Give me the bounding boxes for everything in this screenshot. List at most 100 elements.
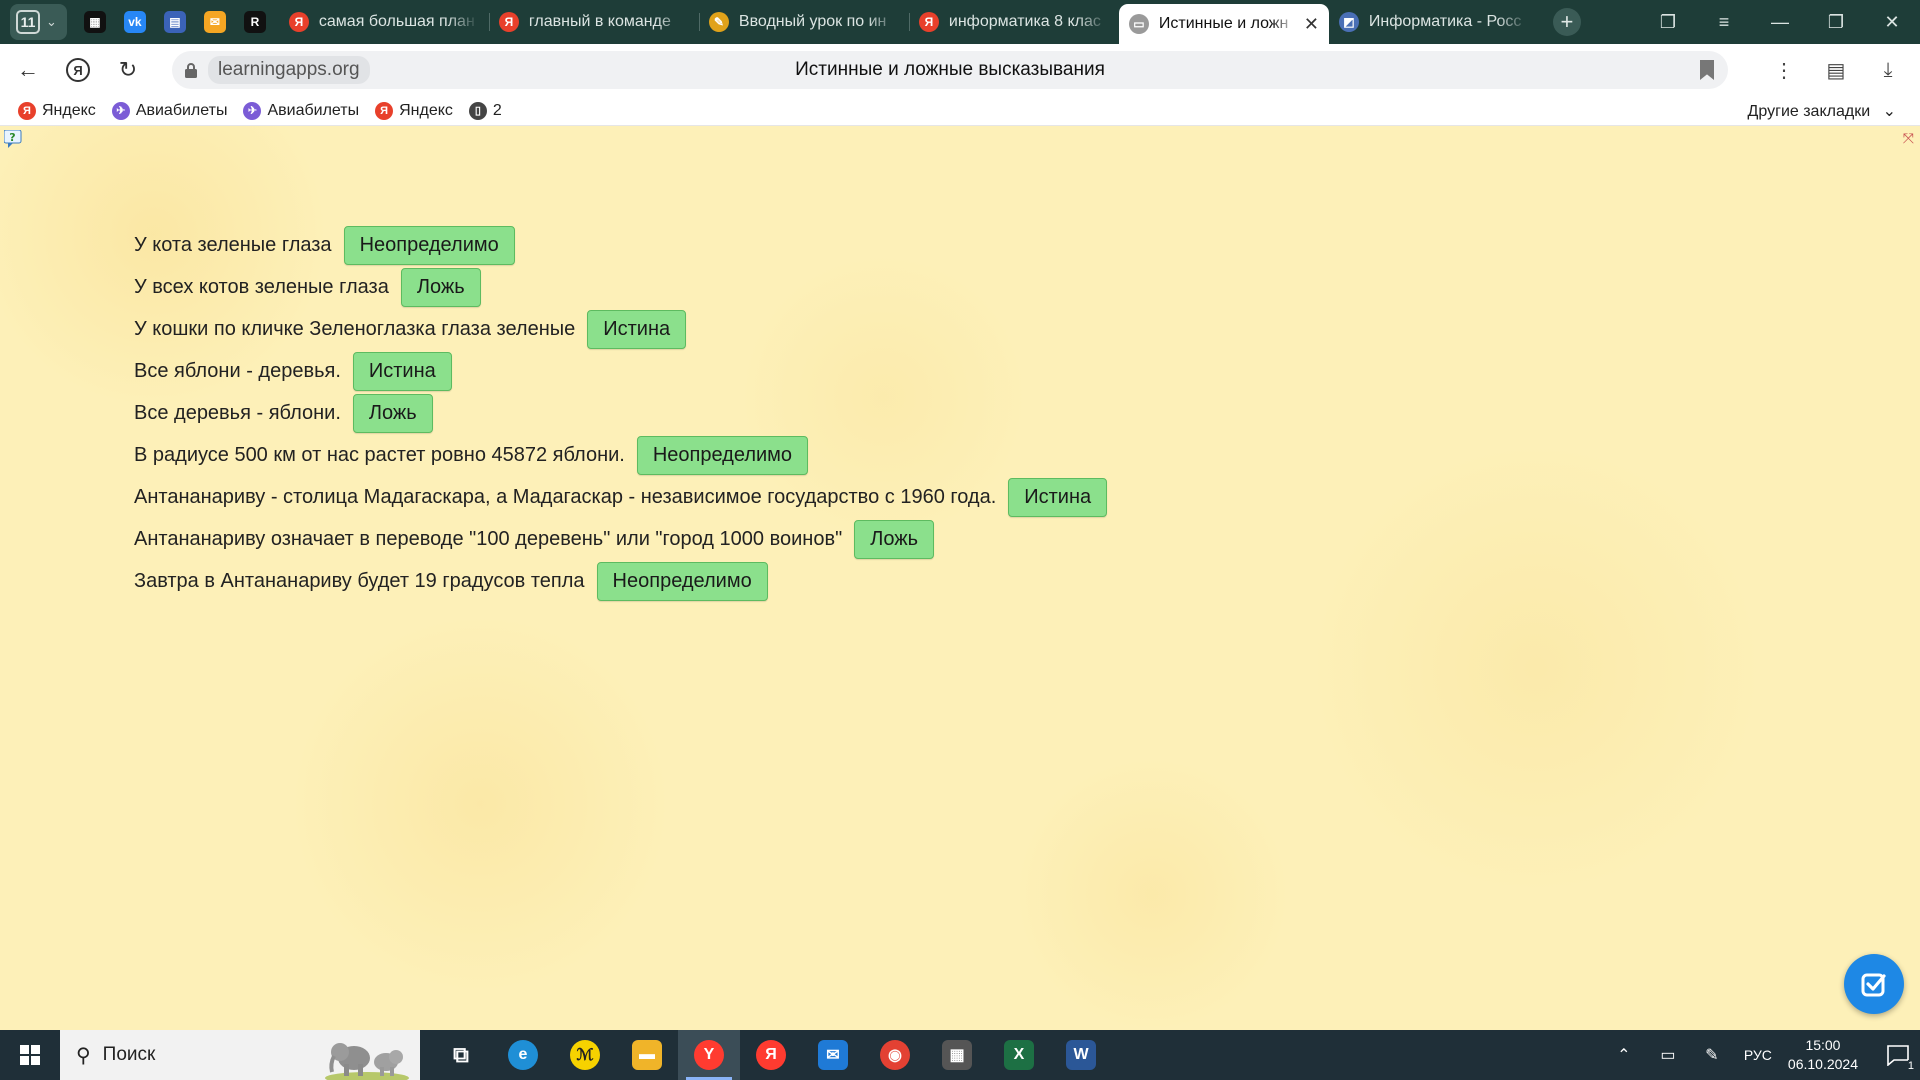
vk-icon: vk <box>123 11 146 33</box>
word-icon: W <box>1066 1040 1096 1070</box>
minimize-button[interactable]: — <box>1752 0 1808 44</box>
tab[interactable]: ✎ Вводный урок по ин <box>698 4 909 40</box>
statement-text: Завтра в Антананариву будет 19 градусов … <box>134 569 585 592</box>
taskbar-app-button[interactable]: Я <box>740 1030 802 1080</box>
start-button[interactable] <box>0 1030 60 1080</box>
answer-chip[interactable]: Ложь <box>352 393 433 433</box>
statement-text: Антананариву означает в переводе "100 де… <box>134 527 843 550</box>
tab-count: 11 <box>16 10 40 34</box>
taskbar-app-button[interactable]: X <box>988 1030 1050 1080</box>
close-window-button[interactable]: ✕ <box>1864 0 1920 44</box>
help-icon[interactable]: ? <box>4 130 24 148</box>
chrome-icon: ◉ <box>880 1040 910 1070</box>
bookmark-item[interactable]: ▯ 2 <box>468 101 502 120</box>
tab-favicon-icon: ▭ <box>1128 14 1149 34</box>
tab-favicon-icon: Я <box>288 12 309 32</box>
back-button[interactable]: ← <box>6 48 50 92</box>
pinned-app-icon: ▦ <box>83 11 106 33</box>
taskbar-app-button[interactable]: ℳ <box>554 1030 616 1080</box>
taskbar-app-button[interactable]: ▬ <box>616 1030 678 1080</box>
bookmark-item[interactable]: Я Яндекс <box>375 101 453 120</box>
check-answers-button[interactable] <box>1844 954 1904 1014</box>
reload-button[interactable]: ↻ <box>106 48 150 92</box>
menu-icon[interactable]: ≡ <box>1696 0 1752 44</box>
bookmark-item[interactable]: ✈ Авиабилеты <box>111 101 227 120</box>
collections-icon[interactable]: ❐ <box>1640 0 1696 44</box>
clock[interactable]: 15:00 06.10.2024 <box>1788 1036 1858 1074</box>
notification-count: 1 <box>1907 1060 1914 1072</box>
pinned-tab[interactable]: R <box>237 4 273 40</box>
bookmark-favicon-icon: ✈ <box>111 101 130 120</box>
answer-chip[interactable]: Истина <box>352 351 452 391</box>
bookmark-item[interactable]: ✈ Авиабилеты <box>243 101 359 120</box>
statement-text: У всех котов зеленые глаза <box>134 275 389 298</box>
fullscreen-icon[interactable]: ⤧ <box>1903 130 1914 147</box>
learningapps-content: ? ⤧ У кота зеленые глаза Неопределимо У вс… <box>0 126 1920 1030</box>
bookmark-item[interactable]: Я Яндекс <box>18 101 96 120</box>
answer-chip[interactable]: Неопределимо <box>636 435 809 475</box>
answer-chip[interactable]: Истина <box>1008 477 1108 517</box>
language-indicator[interactable]: РУС <box>1744 1047 1772 1063</box>
statement-row: У всех котов зеленые глаза Ложь <box>134 266 1107 308</box>
pinned-tab[interactable]: ▤ <box>157 4 193 40</box>
elephants-illustration <box>325 1043 409 1080</box>
taskbar-app-button[interactable]: e <box>492 1030 554 1080</box>
notification-icon <box>1887 1045 1909 1066</box>
url-domain[interactable]: learningapps.org <box>208 56 370 84</box>
notification-center-button[interactable]: 1 <box>1876 1030 1920 1080</box>
answer-chip[interactable]: Ложь <box>854 519 935 559</box>
sidebar-toggle-icon[interactable]: ▤ <box>1814 48 1858 92</box>
bookmark-label: Яндекс <box>42 101 96 119</box>
taskbar-app-button[interactable]: Y <box>678 1030 740 1080</box>
bookmark-label: Яндекс <box>399 101 453 119</box>
tab-counter-button[interactable]: 11 ⌄ <box>10 4 67 40</box>
tab[interactable]: ◩ Информатика - Росс <box>1329 4 1539 40</box>
more-options-icon[interactable]: ⋮ <box>1762 48 1806 92</box>
answer-chip[interactable]: Неопределимо <box>596 561 768 601</box>
answer-chip[interactable]: Ложь <box>400 267 481 307</box>
battery-icon[interactable]: ▭ <box>1646 1045 1690 1065</box>
tab[interactable]: Яинформатика 8 клас <box>908 4 1119 40</box>
window-controls: ❐ ≡ — ❐ ✕ <box>1640 0 1920 44</box>
statement-text: У кошки по кличке Зеленоглазка глаза зел… <box>134 317 576 340</box>
taskbar-app-button[interactable]: ▦ <box>926 1030 988 1080</box>
yandex-icon: Я <box>756 1040 786 1070</box>
chevron-up-icon[interactable]: ⌃ <box>1602 1045 1646 1065</box>
omnibox[interactable]: learningapps.org Истинные и ложные выска… <box>172 51 1728 89</box>
yandex-home-icon[interactable]: Я <box>56 48 100 92</box>
tab-active[interactable]: ▭ Истинные и ложн ✕ <box>1118 4 1329 44</box>
pen-icon[interactable]: ✎ <box>1690 1045 1734 1065</box>
bookmark-favicon-icon: Я <box>18 101 36 120</box>
tab-strip: Ясамая большая план Яглавный в команде ✎ Вв… <box>279 0 1539 44</box>
taskbar-app-button[interactable]: ✉ <box>802 1030 864 1080</box>
page-title: Истинные и ложные высказывания <box>795 59 1105 80</box>
taskbar-app-button[interactable]: ◉ <box>864 1030 926 1080</box>
download-icon[interactable]: ⤓ <box>1866 48 1910 92</box>
new-tab-button[interactable]: + <box>1552 8 1581 36</box>
answer-chip[interactable]: Истина <box>587 309 687 349</box>
pinned-tab[interactable]: vk <box>117 4 153 40</box>
yandex-market-icon: ℳ <box>570 1040 600 1070</box>
statements-list: У кота зеленые глаза Неопределимо У всех к… <box>134 224 1108 602</box>
bookmark-favicon-icon: ▯ <box>468 101 487 120</box>
taskbar-app-button[interactable]: ⧉ <box>430 1030 492 1080</box>
pinned-tabs: ▦ vk ▤ ✉ R <box>77 4 273 40</box>
other-bookmarks-label: Другие закладки <box>1747 103 1871 120</box>
close-tab-icon[interactable]: ✕ <box>1304 14 1319 35</box>
bookmark-favicon-icon: ✈ <box>243 101 262 120</box>
file-explorer-icon: ▬ <box>632 1040 662 1070</box>
taskbar-search[interactable]: ⚲ Поиск <box>60 1030 420 1080</box>
other-bookmarks-button[interactable]: Другие закладки ⌄ <box>1748 101 1896 121</box>
tab[interactable]: Яглавный в команде <box>488 4 699 40</box>
pinned-tab[interactable]: ✉ <box>197 4 233 40</box>
tab[interactable]: Ясамая большая план <box>279 4 489 40</box>
tab-favicon-icon: ✎ <box>708 12 729 32</box>
answer-chip[interactable]: Неопределимо <box>343 225 515 265</box>
pinned-tab[interactable]: ▦ <box>77 4 113 40</box>
restore-button[interactable]: ❐ <box>1808 0 1864 44</box>
mail-app-icon: ✉ <box>818 1040 848 1070</box>
bookmark-icon[interactable] <box>1700 60 1714 80</box>
taskbar-app-button[interactable]: W <box>1050 1030 1112 1080</box>
checkmark-icon <box>1861 973 1886 997</box>
taskbar-apps: ⧉ e ℳ ▬ Y Я ✉ ◉ ▦ X W <box>430 1030 1112 1080</box>
